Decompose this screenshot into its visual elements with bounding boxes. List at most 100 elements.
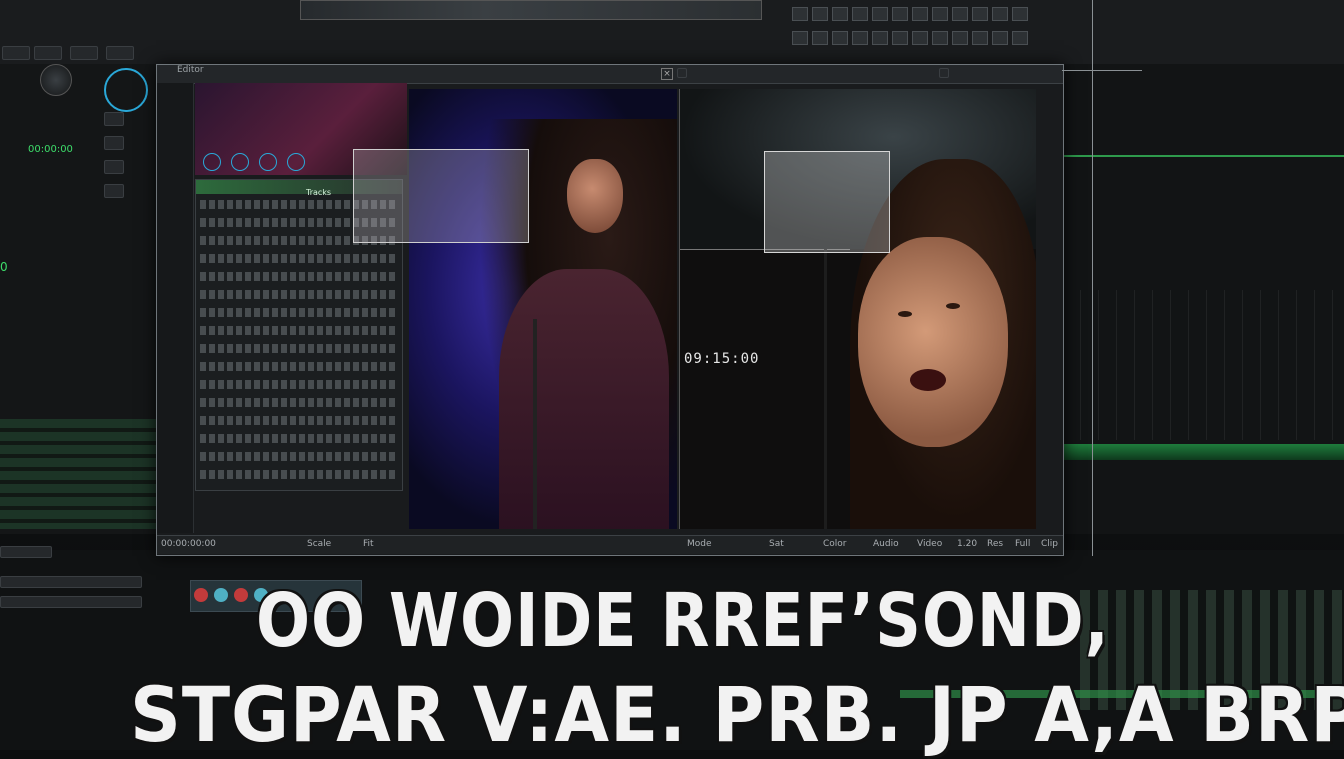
- mixer-button[interactable]: [104, 160, 124, 174]
- status-segment[interactable]: Full: [1015, 539, 1030, 549]
- toolbar-button[interactable]: [1012, 31, 1028, 45]
- toolbar-button[interactable]: [852, 7, 868, 21]
- toolbar-button[interactable]: [912, 7, 928, 21]
- track-row[interactable]: [200, 290, 396, 299]
- toolbar-buttons: [790, 4, 1090, 60]
- audio-waveform-track[interactable]: [1062, 444, 1344, 460]
- frame-line: [1062, 70, 1142, 71]
- toolbar-button[interactable]: [992, 31, 1008, 45]
- toolbar-button[interactable]: [872, 31, 888, 45]
- track-row[interactable]: [200, 326, 396, 335]
- track-row[interactable]: [200, 452, 396, 461]
- window-title: Editor: [177, 65, 204, 75]
- status-segment[interactable]: Video: [917, 539, 942, 549]
- mixer-button[interactable]: [104, 184, 124, 198]
- mic-stand: [533, 319, 537, 529]
- overlay-box[interactable]: [353, 149, 529, 243]
- toolbar-button[interactable]: [972, 7, 988, 21]
- caption-line: OO WOIDE RREF’SOND,: [256, 578, 1110, 664]
- track-row[interactable]: [200, 398, 396, 407]
- track-label[interactable]: [0, 546, 52, 558]
- editor-titlebar: Editor ×: [157, 65, 1063, 84]
- toolbar-button[interactable]: [872, 7, 888, 21]
- caption-overlay: OO WOIDE RREF’SOND, STGPAR V:AE. PRB. JP…: [0, 578, 1344, 759]
- toolbar-button[interactable]: [892, 31, 908, 45]
- track-row[interactable]: [200, 362, 396, 371]
- level-readout: 00:00:00: [28, 144, 73, 155]
- track-row[interactable]: [200, 272, 396, 281]
- toolbar-button[interactable]: [106, 46, 134, 60]
- close-icon[interactable]: ×: [661, 68, 673, 80]
- track-row[interactable]: [200, 470, 396, 479]
- toolbar-button[interactable]: [892, 7, 908, 21]
- gain-dial[interactable]: [104, 68, 148, 112]
- performer-face: [567, 159, 623, 233]
- caption-line: STGPAR V:AE. PRB. JP A,A BRP: [130, 670, 1344, 759]
- toolbar-button[interactable]: [1012, 7, 1028, 21]
- toolbar-button[interactable]: [34, 46, 62, 60]
- timecode-display: 0: [0, 260, 8, 274]
- toolbar-button[interactable]: [852, 31, 868, 45]
- track-row[interactable]: [200, 380, 396, 389]
- singer-mouth: [910, 369, 946, 391]
- status-segment: 1.20: [957, 539, 978, 549]
- toolbar-button[interactable]: [70, 46, 98, 60]
- editor-statusbar: 00:00:00:00 Scale Fit Mode Sat Color Aud…: [157, 535, 1063, 554]
- toolbar-button[interactable]: [792, 31, 808, 45]
- toolbar-button[interactable]: [832, 31, 848, 45]
- waveform-overview[interactable]: [300, 0, 762, 20]
- volume-knob[interactable]: [40, 64, 72, 96]
- status-segment[interactable]: Color: [823, 539, 847, 549]
- track-row[interactable]: [200, 434, 396, 443]
- toolbar-button[interactable]: [992, 7, 1008, 21]
- toolbar-button[interactable]: [792, 7, 808, 21]
- singer-eye: [898, 311, 912, 317]
- viewer-menu-icon[interactable]: [677, 68, 687, 78]
- singer-eye: [946, 303, 960, 309]
- program-video-viewer[interactable]: 09:15:00: [679, 89, 1036, 529]
- left-mixer-panel: 00:00:00 0: [0, 64, 157, 534]
- toolbar-button[interactable]: [832, 7, 848, 21]
- toolbar-button[interactable]: [912, 31, 928, 45]
- status-segment[interactable]: Res: [987, 539, 1003, 549]
- track-row[interactable]: [200, 254, 396, 263]
- singer-face: [858, 237, 1008, 447]
- timeline-marker-line: [1062, 155, 1344, 157]
- track-row[interactable]: [200, 308, 396, 317]
- status-segment: 00:00:00:00: [161, 539, 216, 549]
- status-segment[interactable]: Fit: [363, 539, 374, 549]
- toolbar-button[interactable]: [2, 46, 30, 60]
- track-row[interactable]: [200, 344, 396, 353]
- stop-icon[interactable]: [231, 153, 249, 171]
- mixer-button[interactable]: [104, 112, 124, 126]
- mixer-button[interactable]: [104, 136, 124, 150]
- status-segment[interactable]: Scale: [307, 539, 331, 549]
- timeline-ruler: [1062, 290, 1344, 440]
- status-segment[interactable]: Clip: [1041, 539, 1058, 549]
- track-list-header-label: Tracks: [306, 188, 332, 197]
- play-icon[interactable]: [203, 153, 221, 171]
- top-toolbar: [0, 0, 1344, 65]
- toolbar-button[interactable]: [812, 7, 828, 21]
- channel-meters: [0, 419, 156, 529]
- status-segment[interactable]: Audio: [873, 539, 899, 549]
- status-segment[interactable]: Sat: [769, 539, 784, 549]
- track-row[interactable]: [200, 416, 396, 425]
- frame-line: [1092, 0, 1093, 556]
- timecode-overlay: 09:15:00: [684, 351, 760, 367]
- toolbar-button[interactable]: [952, 31, 968, 45]
- loop-icon[interactable]: [287, 153, 305, 171]
- record-icon[interactable]: [259, 153, 277, 171]
- overlay-box[interactable]: [764, 151, 890, 253]
- mic-stand: [824, 249, 827, 529]
- toolbar-button[interactable]: [952, 7, 968, 21]
- toolbar-button[interactable]: [932, 31, 948, 45]
- status-segment[interactable]: Mode: [687, 539, 712, 549]
- toolbar-button[interactable]: [812, 31, 828, 45]
- editor-window: Editor × Tracks 09:15:00 00:00:00:00 Sca…: [156, 64, 1064, 556]
- viewer-menu-icon[interactable]: [939, 68, 949, 78]
- editor-tool-sidebar: [157, 83, 194, 533]
- transport-controls: [0, 0, 150, 64]
- toolbar-button[interactable]: [972, 31, 988, 45]
- toolbar-button[interactable]: [932, 7, 948, 21]
